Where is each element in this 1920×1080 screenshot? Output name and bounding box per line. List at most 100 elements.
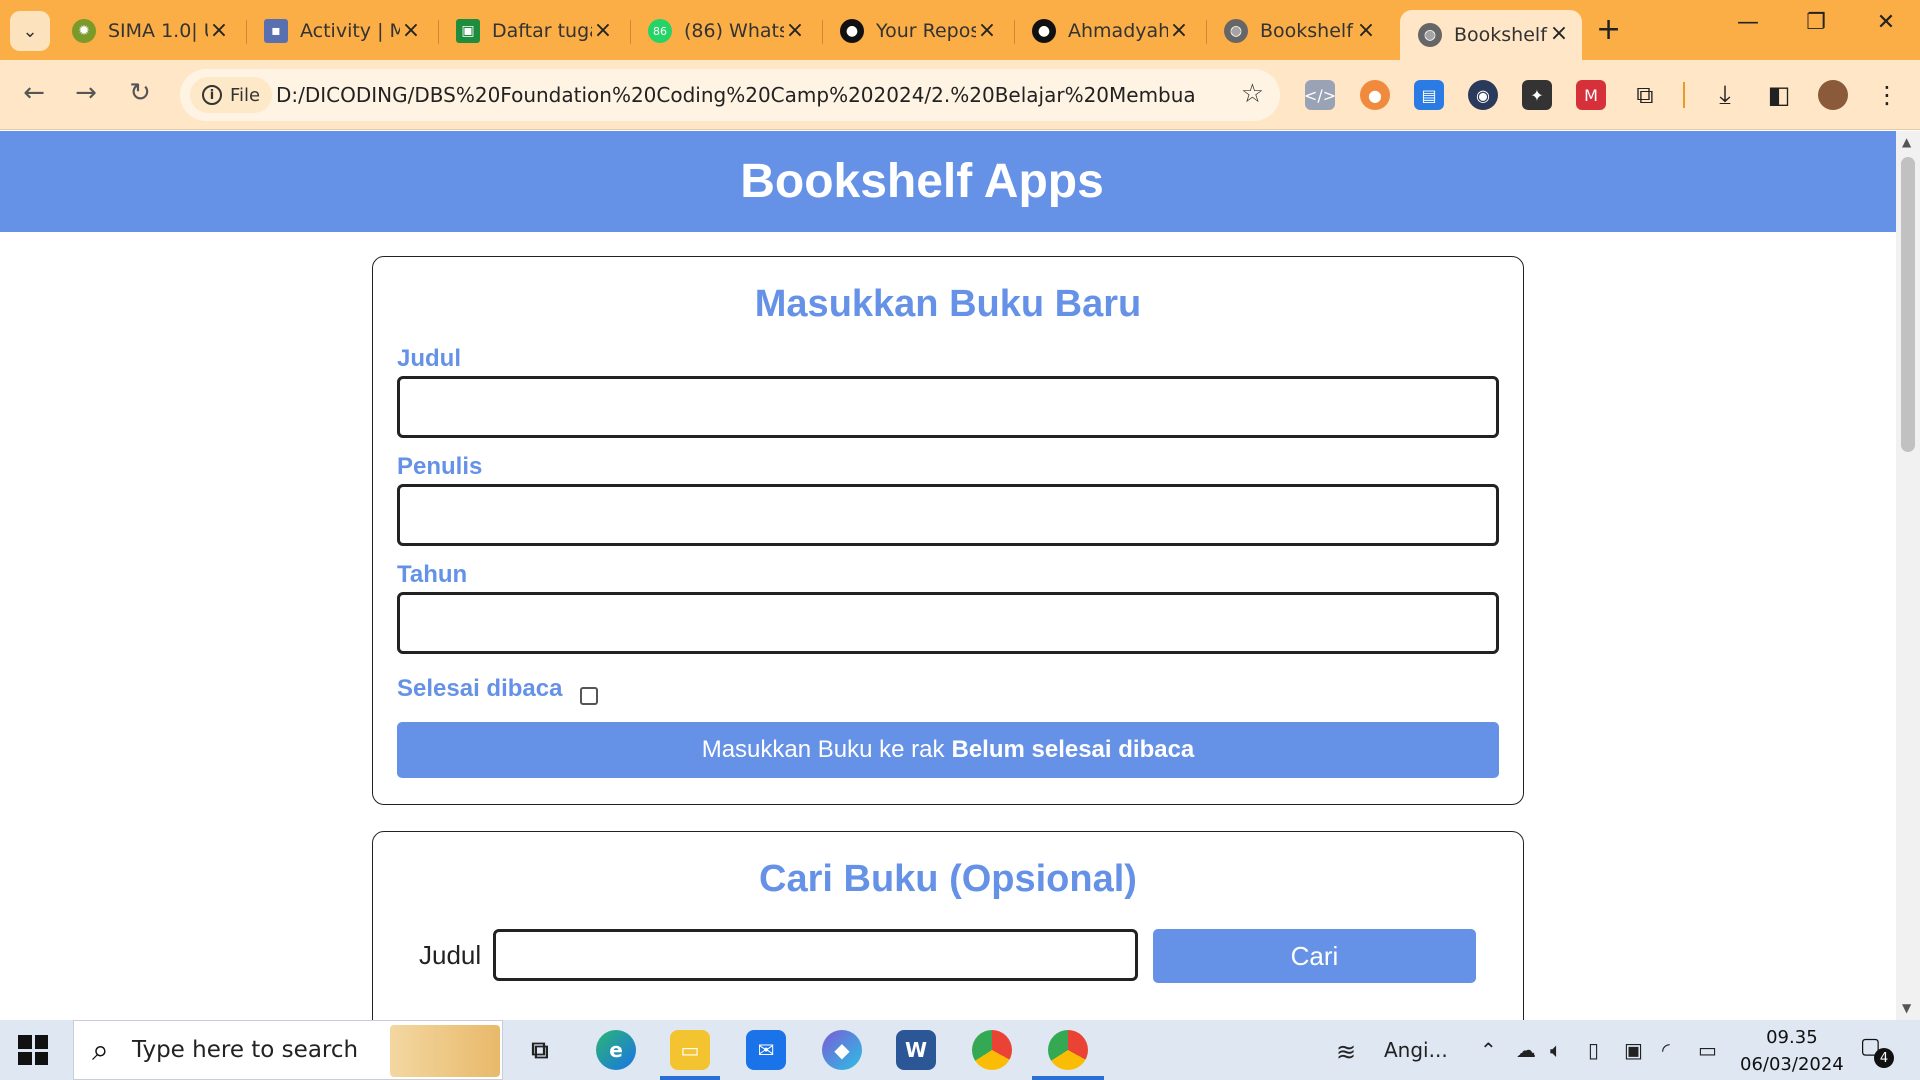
close-tab-icon[interactable]: × [206, 18, 232, 43]
browser-tab-active[interactable]: ◍ Bookshelf × [1400, 10, 1582, 60]
site-info-chip[interactable]: i File [190, 77, 272, 113]
back-button[interactable]: ← [16, 78, 52, 108]
page-viewport: Bookshelf Apps Masukkan Buku Baru Judul … [0, 131, 1896, 1020]
avatar[interactable] [1818, 80, 1848, 110]
arrow-left-icon: ← [23, 78, 45, 108]
download-icon[interactable]: ⤓ [1710, 80, 1740, 110]
new-tab-button[interactable]: + [1596, 12, 1621, 47]
taskbar-search-box[interactable]: ⌕ Type here to search [73, 1020, 503, 1080]
weather-text[interactable]: Angi... [1384, 1038, 1448, 1062]
bookmark-star-icon[interactable]: ☆ [1241, 79, 1264, 109]
search-book-section: Cari Buku (Opsional) Judul Cari [372, 831, 1524, 1020]
arrow-right-icon: → [75, 78, 97, 108]
complete-checkbox[interactable] [580, 687, 598, 705]
search-section-title: Cari Buku (Opsional) [759, 858, 1137, 900]
chevron-up-icon[interactable]: ⌃ [1480, 1038, 1497, 1062]
close-tab-icon[interactable]: × [1353, 18, 1379, 43]
app-header: Bookshelf Apps [0, 131, 1896, 232]
taskbar-search-placeholder: Type here to search [132, 1037, 359, 1063]
address-bar[interactable]: i File D:/DICODING/DBS%20Foundation%20Co… [180, 69, 1280, 121]
chrome-profile-icon[interactable] [1048, 1030, 1088, 1070]
author-label: Penulis [397, 453, 483, 480]
extension-translate-icon[interactable]: ▤ [1414, 80, 1444, 110]
system-clock[interactable]: 09.35 06/03/2024 [1740, 1024, 1844, 1078]
browser-toolbar: ← → ↻ i File D:/DICODING/DBS%20Foundatio… [0, 60, 1920, 130]
minimize-button[interactable]: — [1728, 10, 1768, 35]
browser-tab[interactable]: ▣ Daftar tuga × [456, 12, 616, 50]
book-title-input[interactable] [397, 376, 1499, 438]
google-classroom-icon: ▣ [456, 19, 480, 43]
search-submit-button[interactable]: Cari [1153, 929, 1476, 983]
extension-web-icon[interactable]: ◉ [1468, 80, 1498, 110]
meet-now-icon[interactable]: ▯ [1588, 1038, 1599, 1062]
onedrive-icon[interactable]: ☁ [1516, 1038, 1536, 1062]
browser-tab[interactable]: ✹ SIMA 1.0| U × [72, 12, 232, 50]
volume-icon[interactable]: 🔈︎ [1550, 1038, 1562, 1062]
complete-label: Selesai dibaca [397, 675, 563, 702]
page-title: Bookshelf Apps [740, 155, 1104, 208]
browser-tab[interactable]: ● Ahmadyah × [1032, 12, 1192, 50]
close-tab-icon[interactable]: × [398, 18, 424, 43]
title-label: Judul [397, 345, 461, 372]
scroll-thumb[interactable] [1901, 157, 1915, 452]
book-year-input[interactable] [397, 592, 1499, 654]
page-scrollbar[interactable]: ▲ ▼ [1896, 131, 1920, 1020]
search-book-input[interactable] [493, 929, 1138, 981]
side-panel-icon[interactable]: ◧ [1764, 80, 1794, 110]
restore-button[interactable]: ❐ [1796, 10, 1836, 35]
extension-profile-icon[interactable]: ● [1360, 80, 1390, 110]
close-window-button[interactable]: ✕ [1866, 10, 1906, 35]
reload-icon: ↻ [129, 78, 151, 108]
browser-tab[interactable]: ◍ Bookshelf × [1224, 12, 1379, 50]
chevron-down-icon: ⌄ [22, 20, 38, 42]
tab-search-button[interactable]: ⌄ [10, 11, 50, 51]
year-label: Tahun [397, 561, 468, 588]
extension-puzzle-dark-icon[interactable]: ✦ [1522, 80, 1552, 110]
battery-icon[interactable]: ▭ [1698, 1038, 1717, 1062]
edge-icon[interactable]: e [596, 1030, 636, 1070]
close-tab-icon[interactable]: × [590, 18, 616, 43]
search-title-label: Judul [419, 940, 482, 970]
notification-center-icon[interactable]: ▢ 4 [1860, 1034, 1894, 1068]
extension-devtools-icon[interactable]: </> [1304, 80, 1336, 110]
input-section-title: Masukkan Buku Baru [754, 283, 1142, 325]
info-icon: i [202, 85, 222, 105]
windows-start-icon[interactable] [18, 1035, 48, 1065]
whatsapp-icon: 86 [648, 19, 672, 43]
input-book-section: Masukkan Buku Baru Judul Penulis Tahun S… [372, 256, 1524, 805]
copilot-icon[interactable]: ◆ [822, 1030, 862, 1070]
mail-icon[interactable]: ✉ [746, 1030, 786, 1070]
url-text[interactable]: D:/DICODING/DBS%20Foundation%20Coding%20… [276, 83, 1196, 107]
wind-weather-icon[interactable]: ≋ [1336, 1038, 1356, 1066]
close-tab-icon[interactable]: × [974, 18, 1000, 43]
browser-tab[interactable]: ▪ Activity | M × [264, 12, 424, 50]
menu-kebab-icon[interactable]: ⋮ [1872, 80, 1902, 110]
plus-icon: + [1596, 12, 1622, 47]
extensions-icon[interactable]: ⧉ [1630, 80, 1660, 110]
submit-book-button[interactable]: Masukkan Buku ke rak Belum selesai dibac… [397, 722, 1499, 778]
task-view-icon[interactable]: ⧉ [520, 1030, 560, 1070]
search-highlight-image [390, 1025, 500, 1077]
extension-mendeley-icon[interactable]: M [1576, 80, 1606, 110]
browser-tab[interactable]: ● Your Repos × [840, 12, 1000, 50]
word-icon[interactable]: W [896, 1030, 936, 1070]
browser-tab[interactable]: 86 (86) Whats × [648, 12, 808, 50]
search-icon: ⌕ [92, 1033, 109, 1068]
scroll-down-icon[interactable]: ▼ [1902, 1001, 1911, 1015]
reload-button[interactable]: ↻ [122, 78, 158, 108]
chrome-icon[interactable] [972, 1030, 1012, 1070]
bangkit-logo-icon: ▪ [264, 19, 288, 43]
book-author-input[interactable] [397, 484, 1499, 546]
scroll-up-icon[interactable]: ▲ [1902, 135, 1911, 149]
close-tab-icon[interactable]: × [1546, 21, 1572, 46]
sima-logo-icon: ✹ [72, 19, 96, 43]
tab-strip: ⌄ ✹ SIMA 1.0| U × ▪ Activity | M × ▣ Daf… [0, 0, 1920, 60]
file-explorer-icon[interactable]: ▭ [670, 1030, 710, 1070]
windows-taskbar: ⌕ Type here to search ⧉ e ▭ ✉ ◆ W ≋ Angi… [0, 1020, 1920, 1080]
close-tab-icon[interactable]: × [782, 18, 808, 43]
wifi-icon[interactable]: ◜ [1662, 1038, 1670, 1062]
globe-icon: ◍ [1224, 19, 1248, 43]
forward-button[interactable]: → [68, 78, 104, 108]
close-tab-icon[interactable]: × [1166, 18, 1192, 43]
display-icon[interactable]: ▣ [1624, 1038, 1643, 1062]
